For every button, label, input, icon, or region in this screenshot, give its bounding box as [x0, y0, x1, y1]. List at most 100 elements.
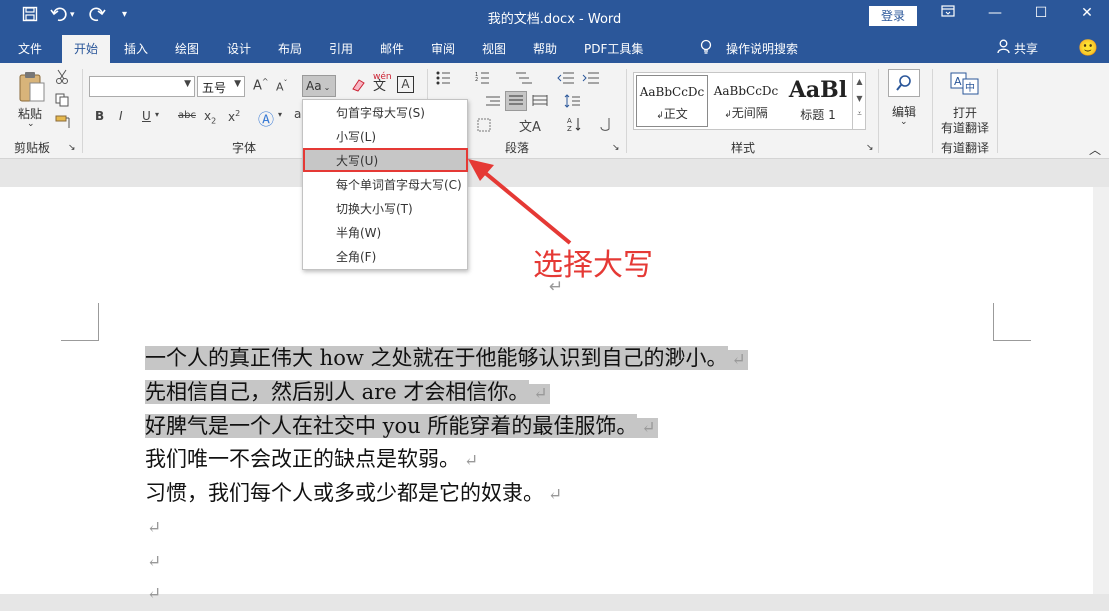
share-button[interactable]: 共享	[1014, 40, 1038, 57]
menu-item-lowercase[interactable]: 小写(L)	[303, 126, 467, 148]
scroll-down-icon[interactable]: ▼	[853, 94, 866, 103]
tab-file[interactable]: 文件	[18, 40, 42, 57]
sort-icon[interactable]: AZ	[567, 116, 583, 135]
translate-icon[interactable]: A中	[950, 72, 980, 99]
tab-view[interactable]: 视图	[482, 40, 506, 57]
numbering-icon[interactable]: 12	[475, 71, 497, 88]
paragraph-launcher-icon[interactable]: ↘	[612, 143, 620, 153]
align-right-icon[interactable]	[485, 95, 501, 112]
decrease-indent-icon[interactable]	[557, 71, 575, 88]
maximize-icon[interactable]: ☐	[1026, 5, 1056, 21]
style-no-spacing-name: 无间隔	[731, 106, 768, 120]
subscript-icon[interactable]: x2	[204, 109, 216, 125]
chevron-down-icon[interactable]: ⌄	[900, 117, 908, 127]
separator	[878, 69, 879, 153]
empty-line[interactable]: ↵	[145, 509, 161, 543]
menu-item-sentence-case[interactable]: 句首字母大写(S)	[303, 102, 467, 124]
annotation-text: 选择大写	[533, 248, 653, 283]
collapse-ribbon-icon[interactable]: ︿	[1089, 141, 1101, 158]
font-size-combo[interactable]: 五号 ▼	[197, 76, 245, 97]
italic-icon[interactable]: I	[119, 109, 123, 123]
document-line-text: 习惯，我们每个人或多或少都是它的奴隶。	[145, 481, 544, 505]
menu-item-capitalize-each-word[interactable]: 每个单词首字母大写(C)	[303, 174, 467, 196]
styles-launcher-icon[interactable]: ↘	[866, 143, 874, 153]
styles-scroll[interactable]: ▲ ▼ ⩡	[852, 73, 866, 129]
superscript-icon[interactable]: x2	[228, 109, 240, 124]
paste-dropdown-icon[interactable]: ⌄	[27, 119, 35, 129]
strikethrough-icon[interactable]: abc	[178, 110, 196, 121]
minimize-icon[interactable]: —	[980, 5, 1010, 21]
menu-item-toggle-case[interactable]: 切换大小写(T)	[303, 198, 467, 220]
clipboard-launcher-icon[interactable]: ↘	[68, 143, 76, 153]
tab-pdf-tools[interactable]: PDF工具集	[584, 40, 643, 57]
line-spacing-icon[interactable]	[564, 94, 586, 111]
svg-text:A: A	[954, 75, 962, 88]
font-name-combo[interactable]: ▼	[89, 76, 195, 97]
chevron-down-icon[interactable]: ▾	[155, 110, 159, 119]
ribbon-display-icon[interactable]	[933, 5, 963, 21]
underline-icon[interactable]: U	[142, 109, 151, 123]
paragraph-mark-icon: ↲	[724, 110, 732, 120]
tab-home[interactable]: 开始	[62, 35, 111, 63]
svg-text:A: A	[567, 117, 572, 125]
document-line[interactable]: 先相信自己，然后别人 are 才会相信你。 ↵	[145, 375, 550, 409]
enclose-character-icon[interactable]: A	[397, 76, 414, 93]
distributed-icon[interactable]	[532, 94, 548, 111]
empty-line[interactable]: ↵	[145, 543, 161, 577]
document-line[interactable]: 习惯，我们每个人或多或少都是它的奴隶。 ↵	[145, 476, 562, 510]
tab-mailings[interactable]: 邮件	[380, 40, 404, 57]
format-painter-icon[interactable]	[55, 115, 71, 132]
change-case-button[interactable]: Aa ⌄	[302, 75, 336, 97]
paste-icon[interactable]	[16, 71, 46, 106]
asian-layout-icon[interactable]: 文A	[519, 116, 541, 135]
style-normal[interactable]: AaBbCcDc ↲正文	[636, 75, 708, 127]
paragraph-mark: ↵	[727, 350, 748, 370]
document-line[interactable]: 好脾气是一个人在社交中 you 所能穿着的最佳服饰。 ↵	[145, 409, 658, 443]
tab-review[interactable]: 审阅	[431, 40, 455, 57]
tab-help[interactable]: 帮助	[533, 40, 557, 57]
chevron-down-icon: ▼	[184, 79, 191, 89]
empty-line[interactable]: ↵	[145, 575, 161, 609]
shrink-font-icon[interactable]: Aˇ	[276, 79, 288, 94]
paragraph-mark-icon: ↲	[656, 111, 664, 121]
login-button[interactable]: 登录	[869, 6, 917, 26]
menu-item-uppercase[interactable]: 大写(U)	[303, 148, 468, 172]
clear-formatting-icon[interactable]	[350, 77, 366, 96]
bullets-icon[interactable]	[436, 71, 458, 88]
menu-item-half-width[interactable]: 半角(W)	[303, 222, 467, 244]
bold-icon[interactable]: B	[95, 109, 104, 123]
borders-icon[interactable]	[477, 118, 491, 135]
separator	[997, 69, 998, 153]
more-styles-icon[interactable]: ⩡	[853, 109, 866, 119]
grow-font-icon[interactable]: A^	[253, 77, 269, 93]
tab-insert[interactable]: 插入	[124, 40, 148, 57]
text-effects-icon[interactable]: Ⓐ	[258, 106, 274, 130]
scroll-up-icon[interactable]: ▲	[853, 77, 866, 86]
chevron-down-icon[interactable]: ▾	[278, 110, 282, 119]
show-marks-icon[interactable]	[598, 116, 612, 135]
style-heading-1[interactable]: AaBl 标题 1	[782, 75, 854, 127]
smiley-icon[interactable]: 🙂	[1078, 38, 1098, 57]
tab-references[interactable]: 引用	[329, 40, 353, 57]
editing-button[interactable]	[888, 69, 920, 97]
margin-corner-right	[993, 303, 1031, 341]
document-line[interactable]: 一个人的真正伟大 how 之处就在于他能够认识到自己的渺小。 ↵	[145, 341, 748, 375]
copy-icon[interactable]	[55, 93, 69, 110]
justify-icon[interactable]	[505, 91, 527, 111]
multilevel-list-icon[interactable]	[514, 71, 536, 88]
phonetic-guide-icon[interactable]: wén 文	[373, 73, 392, 94]
style-no-spacing-sample: AaBbCcDc	[713, 84, 779, 98]
increase-indent-icon[interactable]	[582, 71, 600, 88]
vertical-scrollbar[interactable]	[1093, 187, 1109, 594]
tab-draw[interactable]: 绘图	[175, 40, 199, 57]
tell-me-search[interactable]: 操作说明搜索	[726, 40, 798, 57]
cut-icon[interactable]	[55, 69, 69, 88]
tab-layout[interactable]: 布局	[278, 40, 302, 57]
menu-item-full-width[interactable]: 全角(F)	[303, 246, 467, 268]
tab-design[interactable]: 设计	[227, 40, 251, 57]
style-no-spacing[interactable]: AaBbCcDc ↲无间隔	[710, 75, 782, 127]
change-case-menu: 句首字母大写(S) 小写(L) 大写(U) 每个单词首字母大写(C) 切换大小写…	[302, 99, 468, 270]
youdao-translate-label[interactable]: 有道翻译	[941, 119, 989, 136]
document-line[interactable]: 我们唯一不会改正的缺点是软弱。 ↵	[145, 442, 478, 476]
close-icon[interactable]: ✕	[1072, 5, 1102, 21]
